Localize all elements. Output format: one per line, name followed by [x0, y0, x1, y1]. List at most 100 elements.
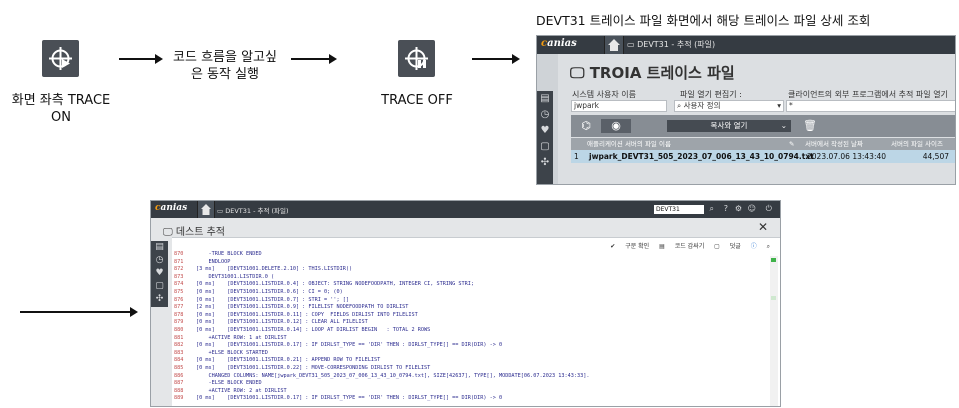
window-titlebar: canias ▭ DEVT31 - 추적 (파일): [537, 36, 955, 54]
wrap-code-label: 코드 감싸기: [674, 243, 705, 250]
gear-icon[interactable]: ⚙: [735, 204, 742, 213]
favorite-icon[interactable]: ♥: [537, 123, 553, 139]
comment-icon[interactable]: ▢: [537, 139, 553, 155]
close-icon[interactable]: ✕: [758, 220, 768, 234]
line-number: 870: [174, 251, 184, 257]
line-number: 883: [174, 349, 184, 356]
tab-label: DEVT31 - 추적 (파일): [637, 40, 716, 49]
arrow-1: [119, 54, 163, 64]
editor-toolbar: ✔ 구문 확인 ▤ 코드 감싸기 ▢ 덧글 ⓘ ⌕: [602, 241, 770, 251]
line-text: [0 ms] [DEVT31001.LISTDIR.0.17] : IF DIR…: [196, 395, 503, 402]
step1-caption-line2: ON: [51, 110, 71, 125]
file-table: 애플리케이션 서버의 파일 이름 ✎ 서버에서 작성된 날짜 서버의 파일 사이…: [571, 138, 955, 163]
line-text: [0 ms] [DEVT31001.LISTDIR.0.7] : STRI = …: [196, 296, 350, 303]
settings-icon[interactable]: ✣: [537, 155, 553, 171]
step2-caption-line2: 은 동작 실행: [190, 67, 260, 82]
code-line: 888 +ACTIVE ROW: 2 at DIRLIST: [172, 388, 764, 396]
column-header-size[interactable]: 서버의 파일 사이즈: [891, 138, 943, 150]
search-input[interactable]: DEVT31: [654, 205, 704, 214]
monitor-icon: 🖵: [570, 64, 585, 82]
client-field[interactable]: *: [786, 100, 955, 112]
arrow-4: [20, 307, 138, 317]
line-number: 878: [174, 311, 184, 318]
left-sidebar: ▤ ◷ ♥ ▢ ✣: [537, 91, 553, 184]
comment-button[interactable]: ▢ 덧글: [714, 243, 741, 250]
trace-on-icon[interactable]: [42, 40, 79, 77]
history-icon[interactable]: ◷: [151, 254, 168, 267]
scroll-thumb[interactable]: [771, 296, 776, 300]
code-line: 879 [0 ms] [DEVT31001.LISTDIR.0.12] : CLE…: [172, 319, 764, 327]
chevron-down-icon: ⌄: [780, 121, 787, 130]
line-number: 889: [174, 395, 184, 402]
toolbar: ⌬ ◉ 복사와 열기 ⌄ 🗑: [571, 115, 955, 137]
step1-caption: 화면 좌측 TRACE ON: [0, 92, 122, 126]
list-icon[interactable]: ▤: [537, 91, 553, 107]
code-line: 873 DEVT31001.LISTDIR.0 (: [172, 274, 764, 282]
line-number: 882: [174, 342, 184, 349]
tab-devt31[interactable]: ▭ DEVT31 - 추적 (파일): [627, 39, 715, 50]
user-field[interactable]: jwpark: [571, 100, 667, 112]
settings-icon[interactable]: ✣: [151, 293, 168, 306]
chevron-down-icon: ▾: [777, 101, 781, 110]
user-label: 시스템 사용자 이름: [572, 90, 636, 99]
line-text: [0 ms] [DEVT31001.LISTDIR.0.11] : COPY F…: [196, 311, 418, 318]
code-line: 882 [0 ms] [DEVT31001.LISTDIR.0.17] : IF …: [172, 342, 764, 350]
line-text: [0 ms] [DEVT31001.LISTDIR.0.6] : CI = 0;…: [196, 288, 343, 295]
home-icon[interactable]: [604, 36, 624, 54]
line-text: -ELSE BLOCK ENDED: [196, 380, 262, 387]
step1-caption-line1: 화면 좌측 TRACE: [11, 93, 111, 108]
row-file-name: jwpark_DEVT31_505_2023_07_006_13_43_10_0…: [589, 152, 814, 161]
line-number: 877: [174, 304, 184, 311]
line-text: [0 ms] [DEVT31001.LISTDIR.0.4] : OBJECT:…: [196, 281, 474, 288]
favorite-icon[interactable]: ♥: [151, 267, 168, 280]
tab-label: DEVT31 - 추적 (파일): [225, 207, 289, 215]
syntax-check-button[interactable]: ✔ 구문 확인: [610, 243, 649, 250]
help-icon[interactable]: ?: [724, 204, 728, 213]
user-icon[interactable]: ☺: [748, 204, 756, 213]
line-text: +ACTIVE ROW: 2 at DIRLIST: [196, 387, 287, 394]
page-title: 🖵 TROIA 트레이스 파일: [570, 62, 735, 83]
code-line: 878 [0 ms] [DEVT31001.LISTDIR.0.11] : COP…: [172, 312, 764, 320]
line-number: 887: [174, 380, 184, 387]
tab-devt31[interactable]: ▭ DEVT31 - 추적 (파일): [217, 205, 289, 215]
home-icon[interactable]: [197, 201, 215, 218]
code-line: 884 [0 ms] [DEVT31001.LISTDIR.0.21] : APP…: [172, 357, 764, 365]
step4-caption: DEVT31 트레이스 파일 화면에서 해당 트레이스 파일 상세 조회: [536, 13, 871, 28]
wrap-code-button[interactable]: ▤ 코드 감싸기: [659, 243, 704, 250]
eye-icon[interactable]: ◉: [601, 119, 631, 133]
history-icon[interactable]: ◷: [537, 107, 553, 123]
editor-select[interactable]: ⌕ 사용자 정의 ▾: [674, 100, 784, 112]
comment-icon[interactable]: ▢: [151, 280, 168, 293]
editor-label: 파일 열기 편집기 :: [680, 90, 742, 99]
help-icon[interactable]: ⓘ: [751, 243, 757, 250]
list-icon[interactable]: ▤: [151, 241, 168, 254]
search-icon: ⌕: [677, 101, 682, 110]
code-lines: 870 -TRUE BLOCK ENDED 871 ENDLOOP 872 [3 ms…: [172, 251, 764, 403]
line-text: +ACTIVE ROW: 1 at DIRLIST: [196, 334, 287, 341]
code-line: 881 +ACTIVE ROW: 1 at DIRLIST: [172, 335, 764, 343]
code-line: 889 [0 ms] [DEVT31001.LISTDIR.0.17] : IF …: [172, 395, 764, 403]
line-text: -TRUE BLOCK ENDED: [196, 251, 262, 257]
logout-icon[interactable]: ⏻: [766, 204, 772, 214]
code-editor[interactable]: ✔ 구문 확인 ▤ 코드 감싸기 ▢ 덧글 ⓘ ⌕ 870 -TRUE BLOC…: [172, 237, 780, 406]
copy-open-dropdown[interactable]: 복사와 열기 ⌄: [667, 120, 791, 132]
scrollbar[interactable]: [770, 256, 778, 406]
line-number: 874: [174, 281, 184, 288]
page-title-text: TROIA 트레이스 파일: [589, 64, 735, 82]
page-title: 🖵 데스트 추적: [163, 223, 225, 238]
search-icon[interactable]: ⌕: [767, 243, 770, 250]
column-header-file[interactable]: 애플리케이션 서버의 파일 이름: [587, 138, 671, 150]
row-date: 2023.07.06 13:43:40: [807, 152, 887, 161]
left-sidebar: ▤ ◷ ♥ ▢ ✣: [151, 241, 168, 307]
main-panel: 🖵 TROIA 트레이스 파일 시스템 사용자 이름 jwpark 파일 열기 …: [558, 54, 955, 184]
binoculars-icon[interactable]: ⌬: [577, 119, 595, 133]
column-header-date[interactable]: 서버에서 작성된 날짜: [805, 138, 863, 150]
table-row[interactable]: 1 jwpark_DEVT31_505_2023_07_006_13_43_10…: [571, 150, 955, 163]
search-icon[interactable]: ⌕: [710, 204, 714, 214]
code-line: 877 [2 ms] [DEVT31001.LISTDIR.0.9] : FILE…: [172, 304, 764, 312]
row-size: 44,507: [922, 152, 949, 161]
syntax-check-label: 구문 확인: [625, 243, 650, 250]
line-number: 879: [174, 319, 184, 326]
trash-icon[interactable]: 🗑: [801, 119, 819, 133]
trace-off-icon[interactable]: [398, 40, 435, 77]
